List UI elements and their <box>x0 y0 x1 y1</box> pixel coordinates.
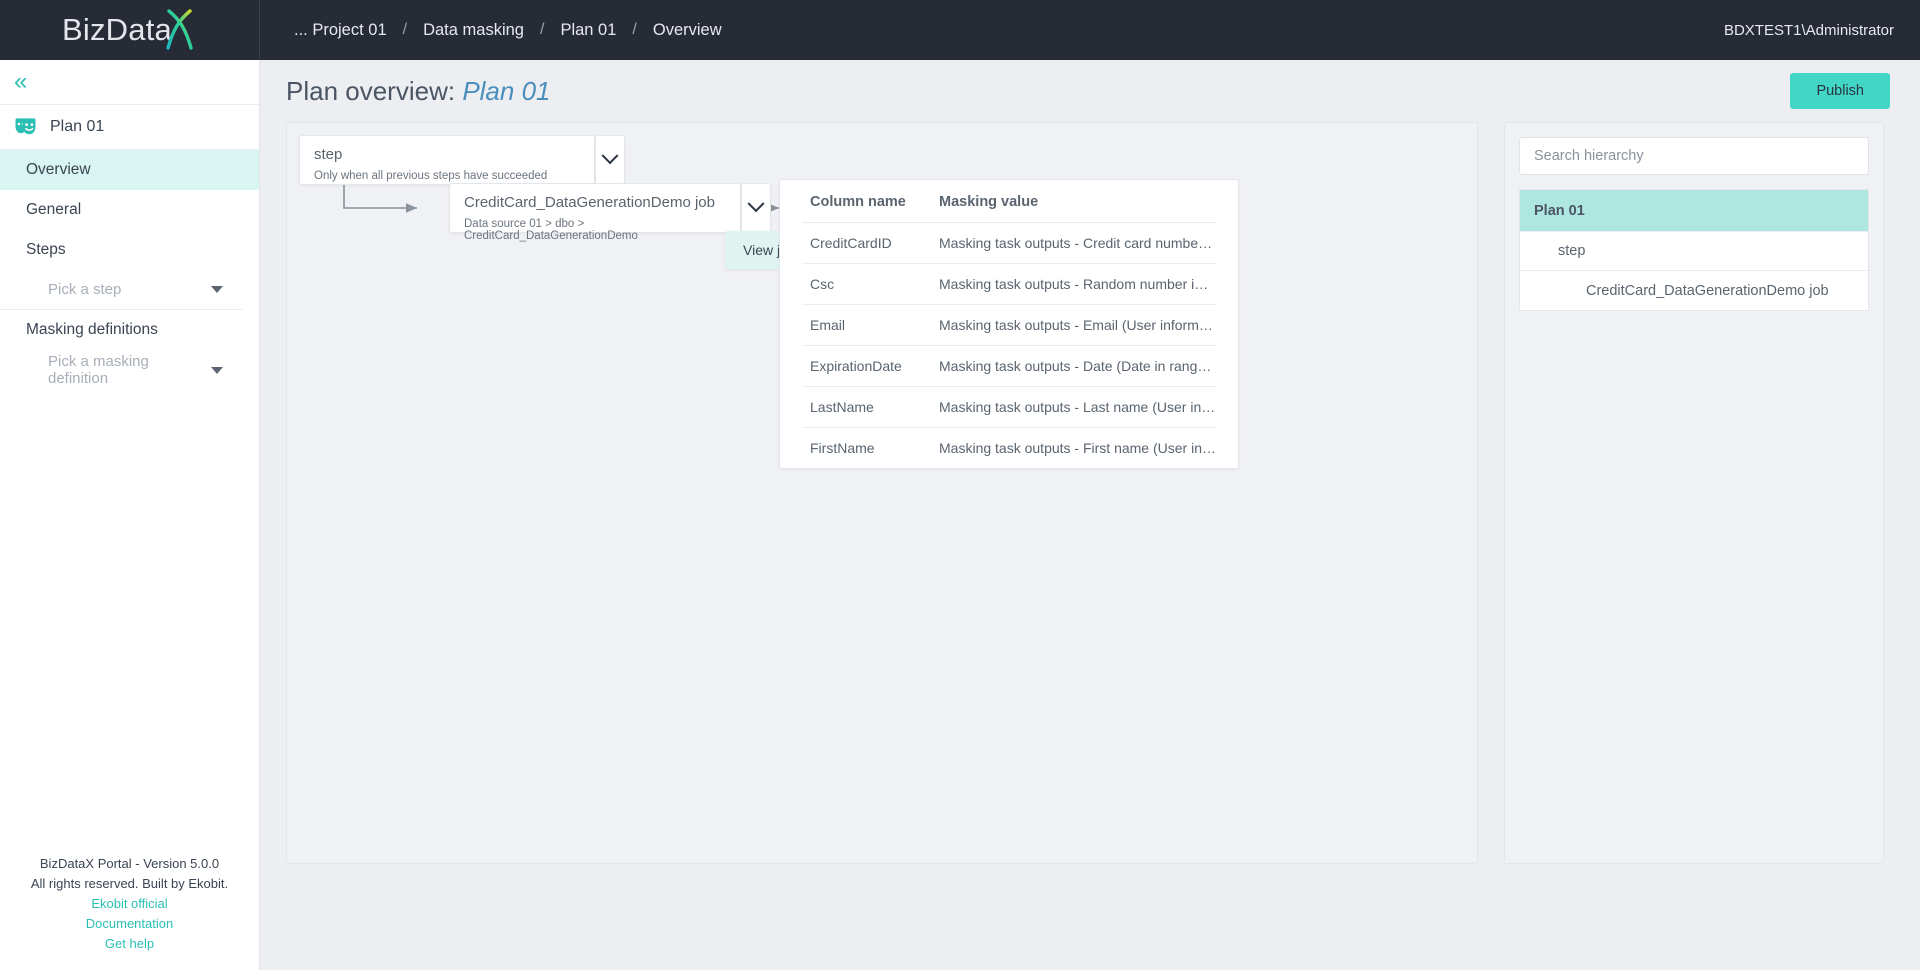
hierarchy-node-step[interactable]: step <box>1520 232 1868 271</box>
sidebar-footer: BizDataX Portal - Version 5.0.0 All righ… <box>0 854 259 954</box>
cell-masking-value: Masking task outputs - Credit card numbe… <box>931 222 1216 264</box>
hierarchy-tree: Plan 01 step CreditCard_DataGenerationDe… <box>1519 189 1869 311</box>
cell-masking-value: Masking task outputs - Date (Date in ran… <box>931 345 1216 387</box>
hierarchy-node-label: step <box>1558 243 1586 259</box>
page-title-plan-name: Plan 01 <box>462 75 551 106</box>
page-title-prefix: Plan overview: <box>286 75 463 106</box>
cell-masking-value: Masking task outputs - Email (User infor… <box>931 304 1216 346</box>
footer-link-documentation[interactable]: Documentation <box>0 914 259 934</box>
app-logo[interactable]: BizData <box>0 0 260 60</box>
sidebar-item-general[interactable]: General <box>0 190 259 230</box>
table-row[interactable]: FirstName Masking task outputs - First n… <box>802 428 1216 469</box>
breadcrumb-item-project[interactable]: ... Project 01 <box>294 21 387 40</box>
step-card-expand-button[interactable] <box>595 135 625 185</box>
sidebar-item-label: Overview <box>26 161 91 178</box>
sidebar-plan-label: Plan 01 <box>50 118 105 135</box>
sidebar-item-steps[interactable]: Steps <box>0 230 259 270</box>
step-picker-label: Pick a step <box>48 281 122 298</box>
cell-masking-value: Masking task outputs - First name (User … <box>939 440 1216 456</box>
column-header-column-name: Column name <box>802 180 932 223</box>
footer-version: BizDataX Portal - Version 5.0.0 <box>39 856 220 871</box>
sidebar: « Plan 01 Overview General Steps Pick a … <box>0 60 260 970</box>
cell-column-name: FirstName <box>810 440 875 456</box>
breadcrumb-separator: / <box>402 21 408 38</box>
breadcrumb-item-overview[interactable]: Overview <box>653 21 722 40</box>
masking-columns-table: Column name Masking value CreditCardID M… <box>779 179 1239 469</box>
table-body: CreditCardID Masking task outputs - Cred… <box>802 222 1216 469</box>
table-row[interactable]: CreditCardID Masking task outputs - Cred… <box>802 222 1216 264</box>
cell-column-name: ExpirationDate <box>802 345 932 387</box>
chevron-down-icon <box>601 147 619 165</box>
sidebar-item-label: Masking definitions <box>26 321 158 338</box>
footer-rights: All rights reserved. Built by Ekobit. <box>30 876 229 891</box>
step-card-title: step <box>314 146 343 163</box>
sidebar-plan-header[interactable]: Plan 01 <box>0 105 259 150</box>
caret-down-icon <box>211 366 223 374</box>
plan-flow-canvas: step Only when all previous steps have s… <box>286 122 1478 864</box>
page-header: Plan overview: Plan 01 Publish <box>260 60 1920 122</box>
breadcrumb: ... Project 01 / Data masking / Plan 01 … <box>294 0 722 60</box>
sidebar-item-masking-definitions[interactable]: Masking definitions <box>0 310 259 350</box>
current-user-label[interactable]: BDXTEST1\Administrator <box>1724 0 1894 60</box>
chevrons-left-icon: « <box>14 68 28 95</box>
masking-columns-table-inner: Column name Masking value CreditCardID M… <box>802 180 1216 468</box>
hierarchy-node-job[interactable]: CreditCard_DataGenerationDemo job <box>1520 271 1868 310</box>
breadcrumb-separator: / <box>539 21 545 38</box>
cell-column-name: LastName <box>802 386 932 428</box>
table-row[interactable]: Csc Masking task outputs - Random number… <box>802 263 1216 305</box>
top-bar: BizData ... Project 01 / Data masking / … <box>0 0 1920 60</box>
breadcrumb-separator: / <box>632 21 637 38</box>
logo-x-icon <box>163 8 197 52</box>
masking-definition-picker-label: Pick a masking definition <box>48 353 149 387</box>
cell-masking-value: Masking task outputs - Last name (User i… <box>931 386 1216 428</box>
sidebar-item-overview[interactable]: Overview <box>0 150 259 190</box>
main-content: Plan overview: Plan 01 Publish step Only… <box>260 60 1920 970</box>
step-card[interactable]: step Only when all previous steps have s… <box>299 135 595 185</box>
content-row: step Only when all previous steps have s… <box>260 122 1920 864</box>
column-header-masking-value: Masking value <box>931 180 1216 223</box>
step-card-subtitle: Only when all previous steps have succee… <box>314 170 548 182</box>
publish-button[interactable]: Publish <box>1790 73 1890 109</box>
hierarchy-node-label: Plan 01 <box>1534 202 1585 219</box>
cell-column-name: Csc <box>802 263 932 305</box>
hierarchy-node-plan[interactable]: Plan 01 <box>1520 190 1868 232</box>
hierarchy-node-label: CreditCard_DataGenerationDemo job <box>1586 282 1829 299</box>
masking-definition-picker-dropdown[interactable]: Pick a masking definition <box>0 350 243 390</box>
sidebar-collapse-button[interactable]: « <box>0 60 259 105</box>
step-picker-dropdown[interactable]: Pick a step <box>0 270 243 310</box>
table-row[interactable]: LastName Masking task outputs - Last nam… <box>802 386 1216 428</box>
table-row[interactable]: ExpirationDate Masking task outputs - Da… <box>802 345 1216 387</box>
footer-link-ekobit-official[interactable]: Ekobit official <box>0 894 259 914</box>
table-row[interactable]: Email Masking task outputs - Email (User… <box>802 304 1216 346</box>
cell-column-name: CreditCardID <box>802 222 932 264</box>
sidebar-item-label: General <box>26 201 82 218</box>
table-header: Column name Masking value <box>802 180 1216 223</box>
page-title: Plan overview: Plan 01 <box>286 76 551 107</box>
theater-masks-icon <box>14 117 38 137</box>
footer-link-get-help[interactable]: Get help <box>0 934 259 954</box>
breadcrumb-item-plan[interactable]: Plan 01 <box>560 21 616 40</box>
logo-wordmark: BizData <box>62 12 172 47</box>
job-card-expand-button[interactable] <box>741 183 771 233</box>
caret-down-icon <box>211 286 223 293</box>
job-card-title: CreditCard_DataGenerationDemo job <box>464 194 715 211</box>
sidebar-item-label: Steps <box>26 241 66 258</box>
chevron-down-icon <box>747 195 765 213</box>
hierarchy-panel: Plan 01 step CreditCard_DataGenerationDe… <box>1504 122 1884 864</box>
job-card[interactable]: CreditCard_DataGenerationDemo job Data s… <box>449 183 741 242</box>
search-hierarchy-input[interactable] <box>1519 137 1869 175</box>
job-card-subtitle: Data source 01 > dbo > CreditCard_DataGe… <box>464 218 638 242</box>
table-header-row: Column name Masking value <box>802 180 1216 223</box>
cell-column-name: Email <box>802 304 932 346</box>
cell-masking-value: Masking task outputs - Random number i… <box>931 263 1216 305</box>
breadcrumb-item-data-masking[interactable]: Data masking <box>423 21 524 40</box>
